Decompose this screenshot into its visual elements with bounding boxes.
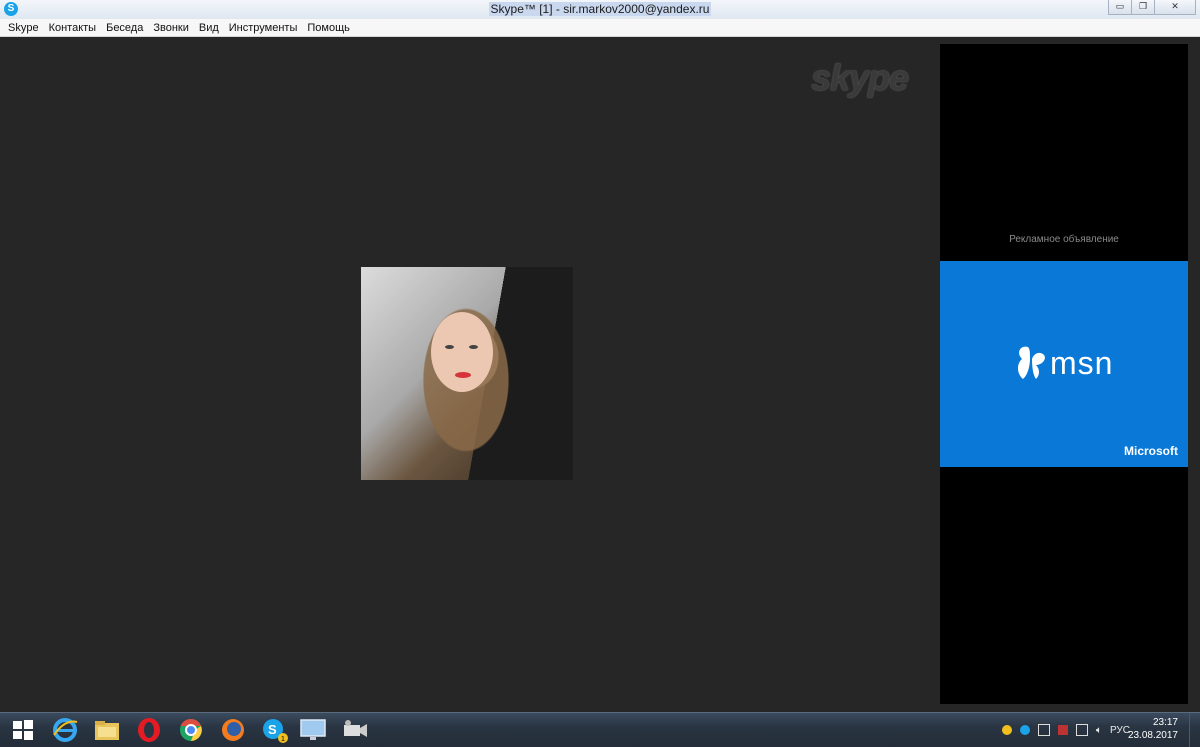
avatar-eye-right: [469, 345, 478, 349]
contact-avatar: [361, 267, 573, 480]
microsoft-label: Microsoft: [1124, 444, 1178, 458]
clock-date: 23.08.2017: [1127, 730, 1178, 741]
window-controls: ▭ ❐ ✕: [1108, 0, 1196, 15]
menu-contacts[interactable]: Контакты: [44, 22, 102, 34]
file-explorer-icon[interactable]: [92, 717, 122, 743]
msn-ad-banner[interactable]: msn Microsoft: [940, 261, 1188, 467]
volume-icon[interactable]: 🔈︎: [1096, 725, 1102, 736]
clock-time: 23:17: [1152, 717, 1178, 728]
show-desktop-button[interactable]: [1189, 713, 1200, 747]
svg-text:S: S: [268, 722, 277, 737]
msn-brand: msn: [1050, 345, 1114, 381]
start-icon[interactable]: [8, 717, 38, 743]
ad-panel: Рекламное объявление msn Microsoft: [940, 44, 1188, 704]
firefox-icon[interactable]: [218, 717, 248, 743]
close-button[interactable]: ✕: [1154, 0, 1196, 15]
tray-skype-icon[interactable]: [1019, 725, 1030, 735]
svg-text:1: 1: [281, 736, 285, 743]
avatar-lips: [455, 372, 471, 378]
restore-button[interactable]: ❐: [1131, 0, 1155, 15]
menu-tools[interactable]: Инструменты: [224, 22, 303, 34]
minimize-button[interactable]: ▭: [1108, 0, 1132, 15]
menu-calls[interactable]: Звонки: [148, 22, 194, 34]
skype-icon[interactable]: S1: [260, 717, 290, 743]
tray-app-icon[interactable]: [1057, 725, 1068, 735]
taskbar: S1 🔈︎ РУС 23:17 23.08.2017: [0, 712, 1200, 747]
title-bar: S Skype™ [1] - sir.markov2000@yandex.ru …: [0, 0, 1200, 20]
camera-icon[interactable]: [340, 717, 370, 743]
ad-label: Рекламное объявление: [1009, 234, 1119, 245]
opera-icon[interactable]: [134, 717, 164, 743]
msn-butterfly-icon: [1018, 346, 1045, 379]
avatar-eye-left: [445, 345, 454, 349]
system-tray: 🔈︎ РУС: [1001, 724, 1130, 736]
chrome-icon[interactable]: [176, 717, 206, 743]
skype-watermark-logo: skype: [811, 57, 909, 98]
monitor-icon[interactable]: [298, 717, 328, 743]
menu-view[interactable]: Вид: [194, 22, 224, 34]
menu-conversation[interactable]: Беседа: [101, 22, 148, 34]
call-area: skype: [3, 37, 936, 712]
menu-help[interactable]: Помощь: [302, 22, 355, 34]
flag-icon[interactable]: [1037, 724, 1050, 736]
avatar-face: [431, 312, 493, 392]
window-title: Skype™ [1] - sir.markov2000@yandex.ru: [488, 2, 712, 16]
tray-notification-icon[interactable]: [1001, 725, 1012, 735]
network-icon[interactable]: [1075, 724, 1088, 736]
menu-bar: Skype Контакты Беседа Звонки Вид Инструм…: [0, 19, 1200, 37]
menu-skype[interactable]: Skype: [0, 22, 44, 34]
internet-explorer-icon[interactable]: [50, 717, 80, 743]
clock[interactable]: 23:17 23.08.2017: [1128, 716, 1178, 742]
